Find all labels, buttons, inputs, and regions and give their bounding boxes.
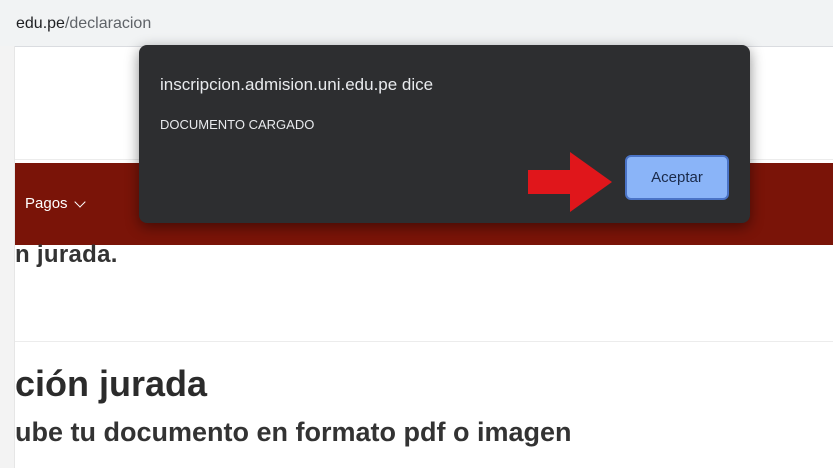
page-heading: ción jurada — [15, 363, 208, 404]
dialog-message: DOCUMENTO CARGADO — [160, 117, 315, 132]
arrow-shape — [528, 152, 612, 212]
chevron-down-icon — [73, 195, 86, 208]
nav-item-pagos[interactable]: Pagos — [25, 195, 86, 212]
page-subheading: ube tu documento en formato pdf o imagen — [15, 417, 572, 447]
url-text[interactable]: edu.pe/declaracion — [16, 15, 151, 33]
section-title-partial: n jurada. — [15, 241, 118, 268]
browser-address-bar[interactable]: edu.pe/declaracion — [0, 0, 833, 47]
alert-dialog: inscripcion.admision.uni.edu.pe dice DOC… — [139, 45, 750, 223]
dialog-origin: inscripcion.admision.uni.edu.pe dice — [160, 75, 434, 94]
url-path: /declaracion — [64, 15, 152, 32]
accept-button[interactable]: Aceptar — [625, 155, 729, 200]
window-left-edge — [0, 46, 15, 468]
url-domain: edu.pe — [16, 15, 65, 32]
red-arrow-icon — [528, 152, 612, 212]
section-divider — [15, 341, 833, 342]
nav-item-label: Pagos — [25, 195, 68, 212]
